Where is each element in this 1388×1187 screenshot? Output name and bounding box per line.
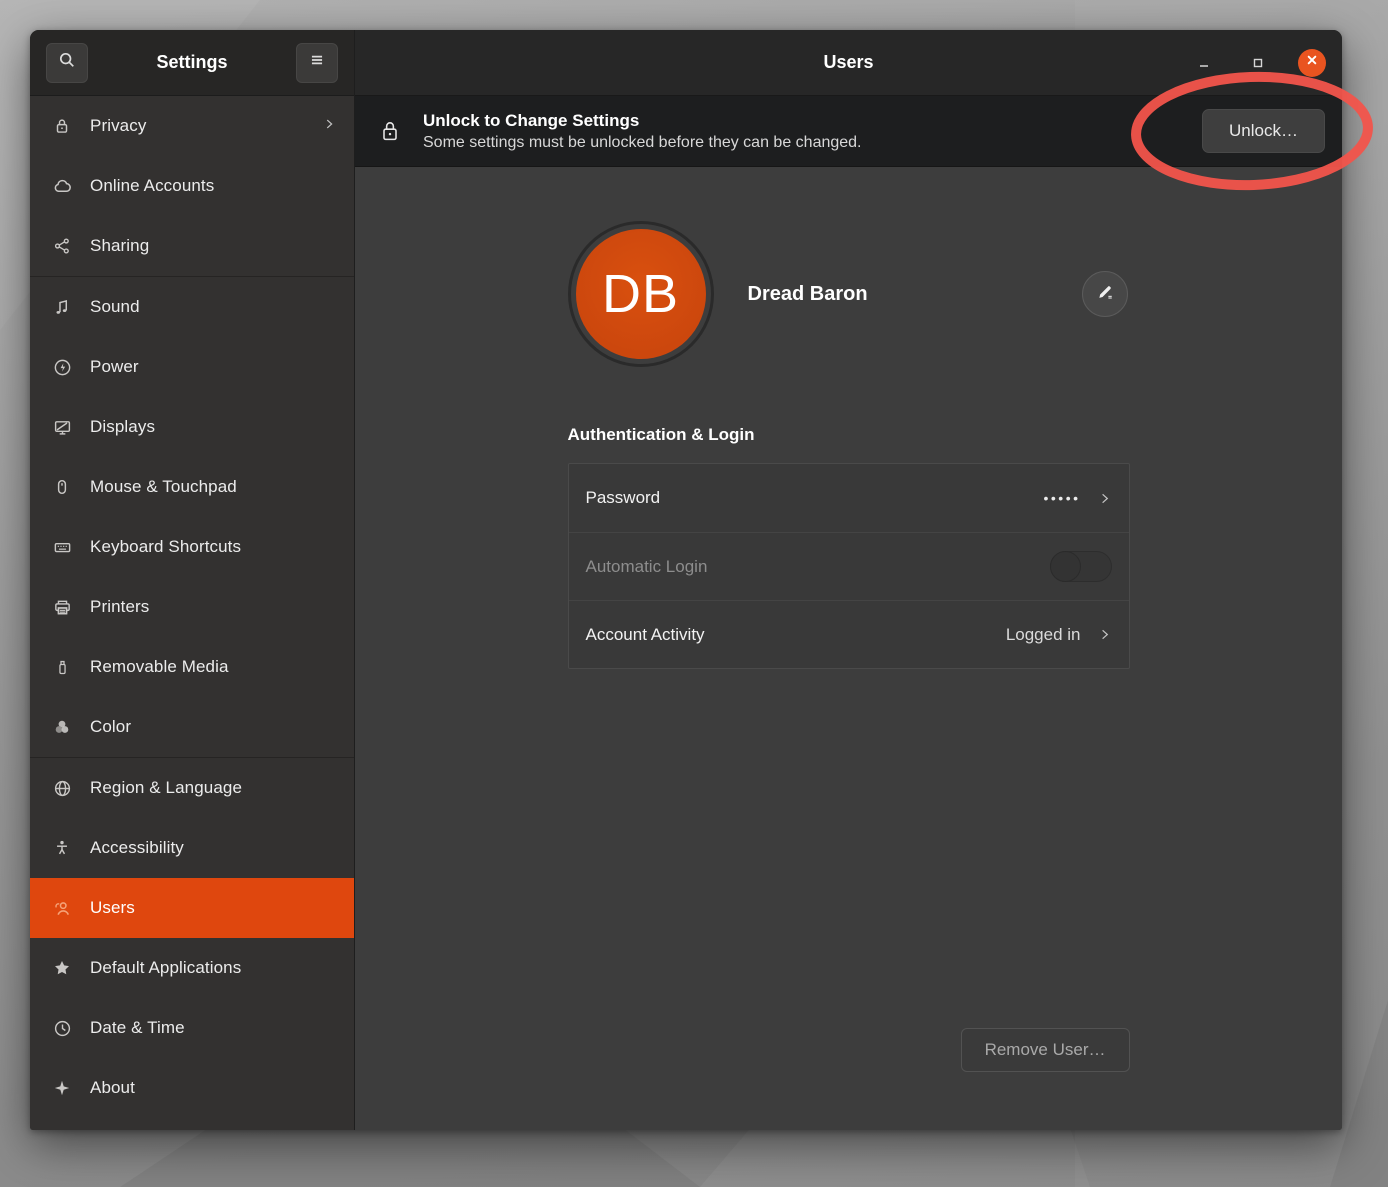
sidebar-item-sound[interactable]: Sound (30, 277, 354, 337)
sidebar-item-label: Power (90, 357, 336, 377)
sidebar-item-label: About (90, 1078, 336, 1098)
app-title: Settings (88, 52, 296, 73)
sidebar-item-label: Users (90, 898, 336, 918)
sidebar-item-label: Sharing (90, 236, 336, 256)
sidebar-header: Settings (30, 30, 354, 96)
users-icon (52, 898, 72, 918)
minimize-button[interactable] (1190, 49, 1218, 77)
unlock-banner-title: Unlock to Change Settings (423, 111, 862, 131)
maximize-button[interactable] (1244, 49, 1272, 77)
display-icon (52, 417, 72, 437)
password-dots: ••••• (1043, 490, 1080, 506)
users-panel: DB Dread Baron Authentication & Logi (355, 167, 1342, 1130)
unlock-banner-subtitle: Some settings must be unlocked before th… (423, 134, 862, 152)
avatar-initials: DB (602, 263, 679, 325)
sidebar-item-label: Online Accounts (90, 176, 336, 196)
window-controls (1190, 49, 1326, 77)
lock-icon (52, 116, 72, 136)
usb-drive-icon (52, 657, 72, 677)
sidebar-item-accessibility[interactable]: Accessibility (30, 818, 354, 878)
sidebar-item-label: Color (90, 717, 336, 737)
power-icon (52, 357, 72, 377)
star-icon (52, 958, 72, 978)
sidebar-item-printers[interactable]: Printers (30, 577, 354, 637)
sidebar-item-online-accounts[interactable]: Online Accounts (30, 156, 354, 216)
user-summary: DB Dread Baron (568, 221, 1130, 367)
automatic-login-toggle[interactable] (1050, 551, 1112, 582)
sidebar-item-label: Region & Language (90, 778, 336, 798)
sidebar-item-region-language[interactable]: Region & Language (30, 758, 354, 818)
close-icon (1305, 53, 1319, 72)
sparkle-icon (52, 1078, 72, 1098)
search-button[interactable] (46, 43, 88, 83)
unlock-button[interactable]: Unlock… (1202, 109, 1325, 153)
sidebar-item-about[interactable]: About (30, 1058, 354, 1118)
account-activity-value: Logged in (1006, 625, 1081, 645)
user-name: Dread Baron (748, 283, 868, 306)
close-button[interactable] (1298, 49, 1326, 77)
sidebar-item-privacy[interactable]: Privacy (30, 96, 354, 156)
sidebar: Settings Privacy (30, 30, 355, 1130)
sidebar-item-label: Printers (90, 597, 336, 617)
settings-window: Settings Privacy (30, 30, 1342, 1130)
avatar: DB (576, 229, 706, 359)
account-activity-row[interactable]: Account Activity Logged in (569, 600, 1129, 668)
unlock-banner-text: Unlock to Change Settings Some settings … (423, 111, 862, 152)
edit-user-button[interactable] (1082, 271, 1128, 317)
chevron-right-icon (1097, 627, 1112, 642)
mouse-icon (52, 477, 72, 497)
sidebar-item-color[interactable]: Color (30, 697, 354, 757)
sidebar-item-default-applications[interactable]: Default Applications (30, 938, 354, 998)
lock-icon (379, 119, 401, 143)
primary-menu-button[interactable] (296, 43, 338, 83)
search-icon (58, 51, 76, 74)
account-activity-label: Account Activity (586, 625, 1006, 645)
sidebar-item-label: Sound (90, 297, 336, 317)
sidebar-item-label: Mouse & Touchpad (90, 477, 336, 497)
sidebar-list: Privacy Online Accounts (30, 96, 354, 1130)
automatic-login-row: Automatic Login (569, 532, 1129, 600)
share-icon (52, 236, 72, 256)
pencil-icon (1096, 283, 1114, 306)
sidebar-item-label: Keyboard Shortcuts (90, 537, 336, 557)
avatar-ring: DB (568, 221, 714, 367)
accessibility-icon (52, 838, 72, 858)
globe-icon (52, 778, 72, 798)
sidebar-item-label: Accessibility (90, 838, 336, 858)
color-circles-icon (52, 717, 72, 737)
headerbar: Users (355, 30, 1342, 96)
section-heading: Authentication & Login (568, 425, 1130, 445)
password-label: Password (586, 488, 1044, 508)
keyboard-icon (52, 537, 72, 557)
sidebar-item-label: Default Applications (90, 958, 336, 978)
sidebar-item-keyboard-shortcuts[interactable]: Keyboard Shortcuts (30, 517, 354, 577)
sidebar-item-label: Removable Media (90, 657, 336, 677)
sidebar-item-label: Privacy (90, 116, 322, 136)
content-pane: Users (355, 30, 1342, 1130)
sidebar-item-users[interactable]: Users (30, 878, 354, 938)
hamburger-menu-icon (308, 51, 326, 74)
sidebar-item-power[interactable]: Power (30, 337, 354, 397)
automatic-login-label: Automatic Login (586, 557, 1050, 577)
sidebar-item-sharing[interactable]: Sharing (30, 216, 354, 276)
sidebar-item-label: Displays (90, 417, 336, 437)
sidebar-item-label: Date & Time (90, 1018, 336, 1038)
music-note-icon (52, 297, 72, 317)
chevron-right-icon (322, 116, 336, 136)
cloud-icon (52, 176, 72, 196)
printer-icon (52, 597, 72, 617)
unlock-banner: Unlock to Change Settings Some settings … (355, 96, 1342, 167)
sidebar-item-mouse-touchpad[interactable]: Mouse & Touchpad (30, 457, 354, 517)
remove-user-button[interactable]: Remove User… (961, 1028, 1130, 1072)
toggle-knob (1050, 551, 1081, 582)
clock-icon (52, 1018, 72, 1038)
sidebar-item-displays[interactable]: Displays (30, 397, 354, 457)
sidebar-item-date-time[interactable]: Date & Time (30, 998, 354, 1058)
sidebar-item-removable-media[interactable]: Removable Media (30, 637, 354, 697)
password-row[interactable]: Password ••••• (569, 464, 1129, 532)
chevron-right-icon (1097, 491, 1112, 506)
auth-login-group: Password ••••• Automatic Login (568, 463, 1130, 669)
